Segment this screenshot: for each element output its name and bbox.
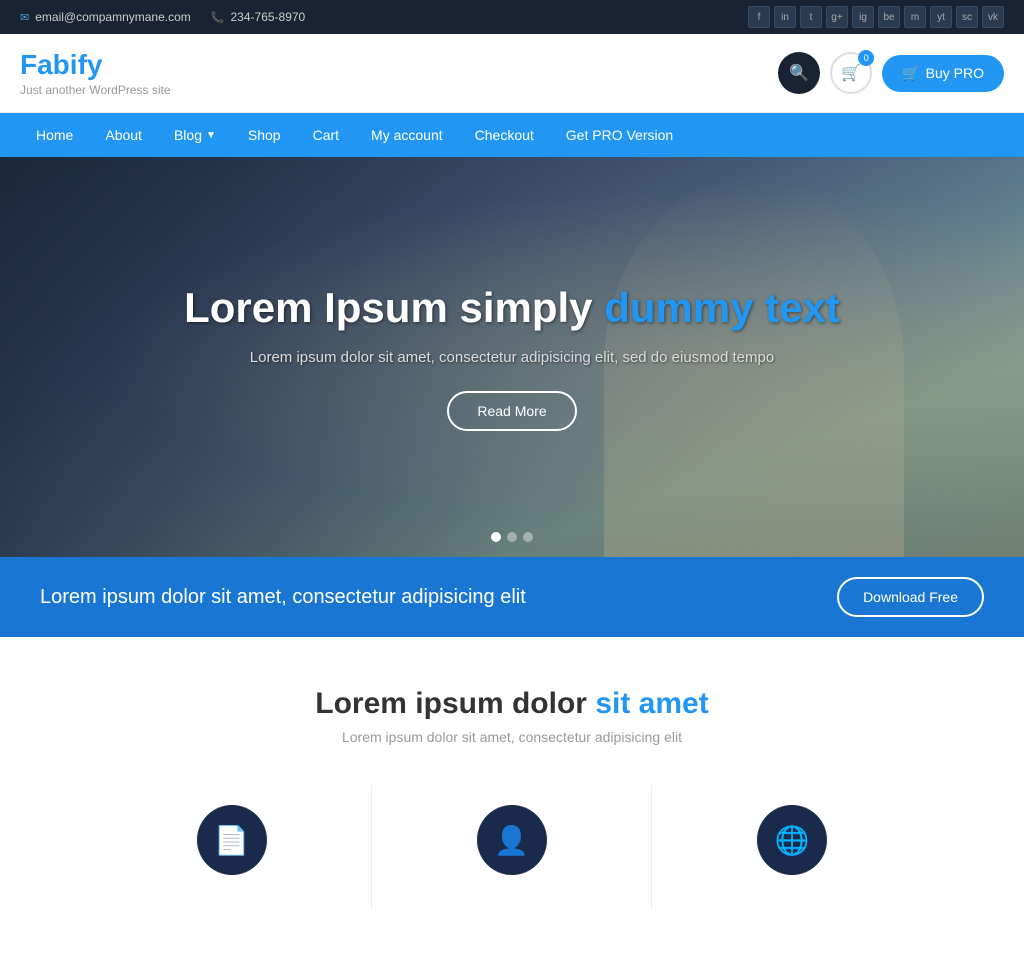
social-messenger[interactable]: m xyxy=(904,6,926,28)
social-soundcloud[interactable]: sc xyxy=(956,6,978,28)
section-subtitle: Lorem ipsum dolor sit amet, consectetur … xyxy=(20,729,1004,745)
feature-item-1: 📄 xyxy=(92,785,372,910)
social-instagram[interactable]: ig xyxy=(852,6,874,28)
nav-item-blog: Blog ▼ xyxy=(158,113,232,157)
nav-item-home: Home xyxy=(20,113,89,157)
search-button[interactable]: 🔍 xyxy=(778,52,820,94)
hero-subtitle: Lorem ipsum dolor sit amet, consectetur … xyxy=(250,349,774,366)
nav-item-getpro: Get PRO Version xyxy=(550,113,689,157)
nav-link-getpro[interactable]: Get PRO Version xyxy=(550,113,689,157)
section-title: Lorem ipsum dolor sit amet xyxy=(20,687,1004,721)
social-links: f in t g+ ig be m yt sc vk xyxy=(748,6,1004,28)
logo[interactable]: Fabify Just another WordPress site xyxy=(20,49,171,97)
nav-item-shop: Shop xyxy=(232,113,297,157)
features-section: Lorem ipsum dolor sit amet Lorem ipsum d… xyxy=(0,637,1024,960)
hero-title: Lorem Ipsum simply dummy text xyxy=(184,283,840,333)
email-icon: ✉ xyxy=(20,11,29,24)
nav-link-shop[interactable]: Shop xyxy=(232,113,297,157)
top-bar-contacts: ✉ email@compamnymane.com 📞 234-765-8970 xyxy=(20,10,305,24)
hero-cta-button[interactable]: Read More xyxy=(447,391,576,431)
hero-content: Lorem Ipsum simply dummy text Lorem ipsu… xyxy=(0,157,1024,557)
header-actions: 🔍 🛒 0 🛒 Buy PRO xyxy=(778,52,1004,94)
social-facebook[interactable]: f xyxy=(748,6,770,28)
social-vk[interactable]: vk xyxy=(982,6,1004,28)
nav-link-myaccount[interactable]: My account xyxy=(355,113,459,157)
top-bar: ✉ email@compamnymane.com 📞 234-765-8970 … xyxy=(0,0,1024,34)
cta-text: Lorem ipsum dolor sit amet, consectetur … xyxy=(40,586,526,609)
feature-item-2: 👤 xyxy=(372,785,652,910)
slider-dot-2[interactable] xyxy=(507,532,517,542)
social-youtube[interactable]: yt xyxy=(930,6,952,28)
slider-dot-1[interactable] xyxy=(491,532,501,542)
phone-text: 234-765-8970 xyxy=(231,10,306,24)
slider-dots xyxy=(491,532,533,542)
buy-pro-button[interactable]: 🛒 Buy PRO xyxy=(882,55,1004,92)
email-text: email@compamnymane.com xyxy=(35,10,191,24)
social-googleplus[interactable]: g+ xyxy=(826,6,848,28)
nav-link-home[interactable]: Home xyxy=(20,113,89,157)
nav-link-blog[interactable]: Blog ▼ xyxy=(158,113,232,157)
nav-link-cart[interactable]: Cart xyxy=(297,113,355,157)
hero-section: Lorem Ipsum simply dummy text Lorem ipsu… xyxy=(0,157,1024,557)
logo-title: Fabify xyxy=(20,49,171,81)
site-header: Fabify Just another WordPress site 🔍 🛒 0… xyxy=(0,34,1024,113)
social-twitter[interactable]: t xyxy=(800,6,822,28)
social-linkedin[interactable]: in xyxy=(774,6,796,28)
cta-bar: Lorem ipsum dolor sit amet, consectetur … xyxy=(0,557,1024,637)
feature-icon-1: 📄 xyxy=(197,805,267,875)
nav-item-checkout: Checkout xyxy=(459,113,550,157)
download-free-button[interactable]: Download Free xyxy=(837,577,984,617)
slider-dot-3[interactable] xyxy=(523,532,533,542)
nav-item-cart: Cart xyxy=(297,113,355,157)
cart-icon: 🛒 xyxy=(841,63,861,83)
nav-link-checkout[interactable]: Checkout xyxy=(459,113,550,157)
cart-badge: 0 xyxy=(858,50,874,66)
chevron-down-icon: ▼ xyxy=(206,130,216,141)
search-icon: 🔍 xyxy=(789,63,809,83)
nav-link-about[interactable]: About xyxy=(89,113,158,157)
social-behance[interactable]: be xyxy=(878,6,900,28)
nav-list: Home About Blog ▼ Shop Cart My a xyxy=(20,113,1004,157)
main-navigation: Home About Blog ▼ Shop Cart My a xyxy=(0,113,1024,157)
feature-icon-3: 🌐 xyxy=(757,805,827,875)
feature-icon-2: 👤 xyxy=(477,805,547,875)
phone-icon: 📞 xyxy=(211,11,225,24)
nav-item-about: About xyxy=(89,113,158,157)
feature-item-3: 🌐 xyxy=(652,785,932,910)
features-grid: 📄 👤 🌐 xyxy=(20,785,1004,910)
cart-small-icon: 🛒 xyxy=(902,65,919,82)
nav-item-myaccount: My account xyxy=(355,113,459,157)
email-contact: ✉ email@compamnymane.com xyxy=(20,10,191,24)
logo-first-letter: F xyxy=(20,49,37,80)
cart-button[interactable]: 🛒 0 xyxy=(830,52,872,94)
phone-contact: 📞 234-765-8970 xyxy=(211,10,305,24)
logo-tagline: Just another WordPress site xyxy=(20,83,171,97)
